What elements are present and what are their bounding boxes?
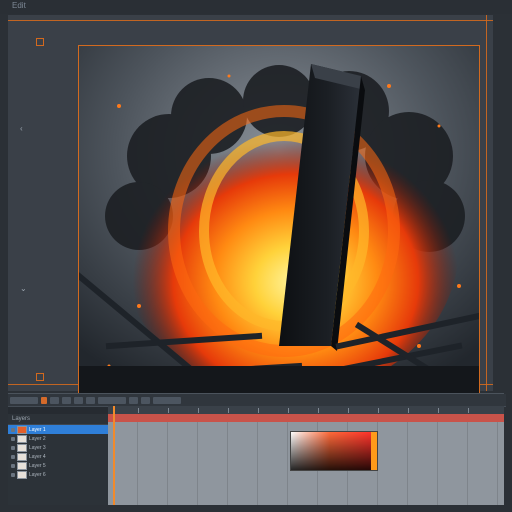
layer-label: Layer 4 <box>29 453 46 460</box>
toolbar-button[interactable] <box>98 396 126 404</box>
toolbar-button[interactable] <box>62 396 71 404</box>
layer-thumbnail <box>17 425 27 434</box>
layer-row[interactable]: Layer 1 <box>8 425 108 434</box>
visibility-icon[interactable] <box>11 454 15 459</box>
layer-thumbnail <box>17 434 27 443</box>
toolbar-button[interactable] <box>50 396 59 404</box>
guide-line[interactable] <box>486 15 487 391</box>
playhead[interactable] <box>113 406 115 506</box>
ruler-mark: ⌄ <box>20 284 27 293</box>
clip-edge-handle[interactable] <box>371 432 377 470</box>
visibility-icon[interactable] <box>11 472 15 477</box>
layer-label: Layer 1 <box>29 426 46 433</box>
ruler-tick <box>318 408 319 413</box>
ruler-tick <box>168 408 169 413</box>
layer-thumbnail <box>17 452 27 461</box>
toolbar-button[interactable] <box>74 396 83 404</box>
layer-label: Layer 6 <box>29 471 46 478</box>
timeline-panel: Layers Layer 1 Layer 2 Layer 3 Layer 4 L… <box>8 393 506 506</box>
layer-thumbnail <box>17 461 27 470</box>
toolbar-button[interactable] <box>141 396 150 404</box>
title-bar: Edit <box>0 0 512 14</box>
layers-header: Layers <box>8 414 108 425</box>
visibility-icon[interactable] <box>11 436 15 441</box>
window-title: Edit <box>12 1 26 10</box>
visibility-icon[interactable] <box>11 463 15 468</box>
toolbar-button[interactable] <box>41 396 47 404</box>
track-highlight <box>108 414 504 422</box>
visibility-icon[interactable] <box>11 445 15 450</box>
layer-label: Layer 5 <box>29 462 46 469</box>
ruler-tick <box>408 408 409 413</box>
ruler-tick <box>288 408 289 413</box>
canvas-panel[interactable]: ‹ ⌄ <box>8 15 493 399</box>
ruler-tick <box>228 408 229 413</box>
visibility-icon[interactable] <box>11 427 15 432</box>
ruler-mark: ‹ <box>20 124 23 133</box>
layer-row[interactable]: Layer 5 <box>8 461 108 470</box>
layer-row[interactable]: Layer 3 <box>8 443 108 452</box>
toolbar-button[interactable] <box>86 396 95 404</box>
ruler-tick <box>438 408 439 413</box>
artwork-canvas[interactable] <box>78 45 480 399</box>
layer-label: Layer 3 <box>29 444 46 451</box>
layer-thumbnail <box>17 470 27 479</box>
handle-marker[interactable] <box>36 38 44 46</box>
toolbar-button[interactable] <box>153 396 181 404</box>
layer-row[interactable]: Layer 2 <box>8 434 108 443</box>
ruler-tick <box>468 408 469 413</box>
layer-row[interactable]: Layer 6 <box>8 470 108 479</box>
toolbar-button[interactable] <box>10 396 38 404</box>
ruler-tick <box>198 408 199 413</box>
ruler-tick <box>258 408 259 413</box>
layer-thumbnail <box>17 443 27 452</box>
toolbar-button[interactable] <box>129 396 138 404</box>
guide-line[interactable] <box>8 20 493 21</box>
ruler-tick <box>138 408 139 413</box>
gradient-clip[interactable] <box>290 431 378 471</box>
artwork-image <box>79 46 479 398</box>
status-bar <box>0 505 512 512</box>
layers-panel: Layers Layer 1 Layer 2 Layer 3 Layer 4 L… <box>8 414 109 506</box>
ruler-tick <box>348 408 349 413</box>
layer-row[interactable]: Layer 4 <box>8 452 108 461</box>
handle-marker[interactable] <box>36 373 44 381</box>
layer-label: Layer 2 <box>29 435 46 442</box>
ruler-tick <box>378 408 379 413</box>
